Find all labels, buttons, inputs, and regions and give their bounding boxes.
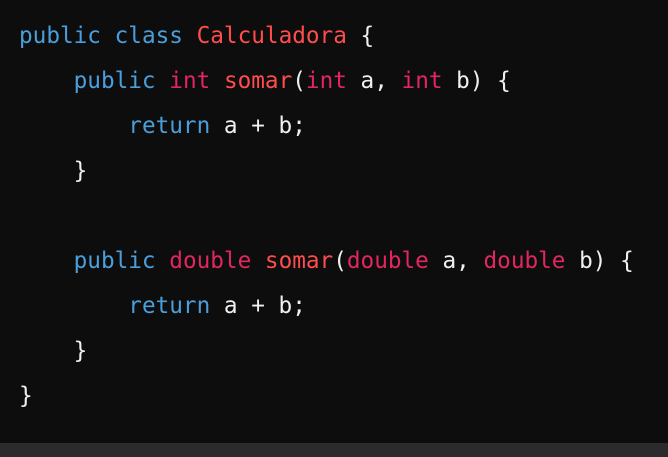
code-text: a,	[346, 68, 402, 94]
code-line: public class Calculadora {	[19, 14, 634, 59]
method-name-token: somar	[223, 68, 293, 94]
keyword-token: public	[73, 68, 156, 94]
code-text: b) {	[565, 248, 634, 274]
code-text: }	[19, 338, 88, 364]
type-token: int	[305, 68, 347, 94]
code-line: }	[19, 329, 634, 374]
code-text: }	[19, 383, 33, 409]
code-line: public int somar(int a, int b) {	[19, 59, 634, 104]
code-text: a + b;	[210, 293, 306, 319]
code-text: {	[346, 23, 375, 49]
code-line: return a + b;	[19, 104, 634, 149]
code-content: public class Calculadora { public int so…	[19, 14, 634, 419]
code-line: return a + b;	[19, 284, 634, 329]
code-text: b) {	[442, 68, 511, 94]
type-token: int	[169, 68, 211, 94]
type-token: double	[483, 248, 566, 274]
code-text: }	[19, 158, 88, 184]
class-name-token: Calculadora	[196, 23, 347, 49]
code-line: }	[19, 149, 634, 194]
method-name-token: somar	[264, 248, 334, 274]
code-text: a,	[428, 248, 484, 274]
type-token: double	[169, 248, 252, 274]
bottom-scrollbar-area	[0, 443, 668, 457]
code-text: (	[292, 68, 306, 94]
code-text: (	[333, 248, 347, 274]
keyword-token: return	[128, 113, 211, 139]
keyword-token: return	[128, 293, 211, 319]
type-token: double	[346, 248, 429, 274]
code-block: public class Calculadora { public int so…	[0, 0, 668, 443]
code-line: }	[19, 374, 634, 419]
code-line: public double somar(double a, double b) …	[19, 239, 634, 284]
keyword-token: class	[114, 23, 183, 49]
keyword-token: public	[19, 23, 101, 49]
keyword-token: public	[73, 248, 156, 274]
type-token: int	[401, 68, 443, 94]
code-text: a + b;	[210, 113, 306, 139]
